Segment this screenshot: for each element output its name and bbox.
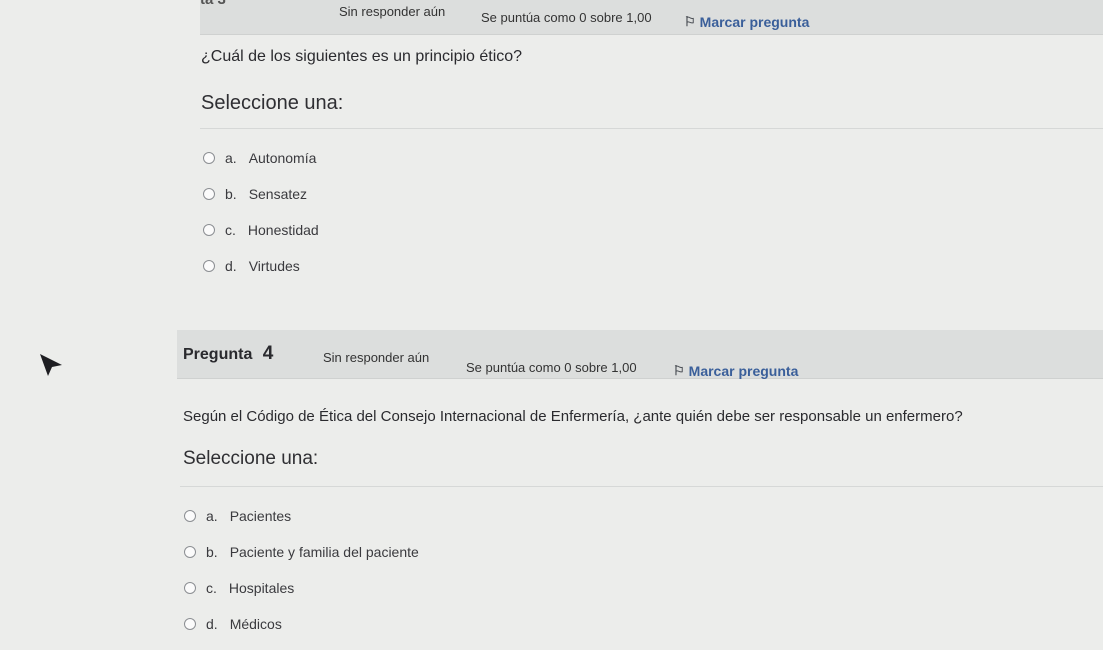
question-4-label: Pregunta	[183, 346, 253, 363]
question-4-number: 4	[262, 343, 274, 364]
option-letter: b.	[225, 186, 237, 202]
option-label: Autonomía	[248, 150, 317, 166]
question-3-status: Sin responder aún	[339, 4, 446, 19]
question-4-status: Sin responder aún	[323, 350, 430, 365]
question-4-flag-label: Marcar pregunta	[688, 363, 799, 379]
question-4-option-d[interactable]: d. Médicos	[184, 606, 419, 642]
question-4-answers: a. Pacientes b. Paciente y familia del p…	[184, 498, 419, 642]
question-4-option-a[interactable]: a. Pacientes	[184, 498, 419, 534]
question-3-divider	[200, 128, 1103, 129]
question-3-option-c[interactable]: c. Honestidad	[203, 212, 319, 248]
question-3-number: ta 3	[200, 0, 226, 8]
option-label: Médicos	[229, 616, 282, 632]
question-4-flag-button[interactable]: ⚐ Marcar pregunta	[673, 363, 798, 379]
question-4-header: Pregunta 4 Sin responder aún Se puntúa c…	[177, 330, 1103, 379]
question-3-select-prompt: Seleccione una:	[201, 92, 344, 114]
question-3-option-a[interactable]: a. Autonomía	[203, 140, 319, 176]
question-3-option-d[interactable]: d. Virtudes	[203, 248, 319, 284]
option-letter: c.	[225, 222, 236, 238]
radio-icon[interactable]	[184, 618, 196, 630]
option-letter: d.	[206, 616, 218, 632]
question-4-title: Pregunta 4	[183, 343, 273, 365]
mouse-pointer-icon	[40, 354, 62, 376]
radio-icon[interactable]	[203, 152, 215, 164]
option-letter: b.	[206, 544, 218, 560]
option-label: Pacientes	[229, 508, 292, 524]
flag-icon: ⚐	[673, 363, 685, 378]
option-label: Paciente y familia del paciente	[229, 544, 419, 560]
question-4-option-c[interactable]: c. Hospitales	[184, 570, 419, 606]
option-label: Virtudes	[248, 258, 300, 274]
question-4-option-b[interactable]: b. Paciente y familia del paciente	[184, 534, 419, 570]
question-4-score: Se puntúa como 0 sobre 1,00	[466, 360, 637, 375]
option-label: Sensatez	[248, 186, 308, 202]
radio-icon[interactable]	[203, 224, 215, 236]
radio-icon[interactable]	[184, 546, 196, 558]
question-3-header: ta 3 Sin responder aún Se puntúa como 0 …	[200, 0, 1103, 35]
option-letter: c.	[206, 580, 217, 596]
question-4-divider	[180, 486, 1103, 487]
radio-icon[interactable]	[184, 582, 196, 594]
question-3-option-b[interactable]: b. Sensatez	[203, 176, 319, 212]
question-4-select-prompt: Seleccione una:	[183, 448, 319, 469]
option-label: Honestidad	[247, 222, 319, 238]
radio-icon[interactable]	[203, 188, 215, 200]
question-3-answers: a. Autonomía b. Sensatez c. Honestidad d…	[203, 140, 319, 284]
option-letter: a.	[225, 150, 237, 166]
question-3-flag-label: Marcar pregunta	[699, 14, 810, 30]
question-3-flag-button[interactable]: ⚐ Marcar pregunta	[684, 14, 809, 30]
option-label: Hospitales	[228, 580, 295, 596]
option-letter: a.	[206, 508, 218, 524]
question-4-text: Según el Código de Ética del Consejo Int…	[183, 408, 963, 425]
radio-icon[interactable]	[203, 260, 215, 272]
question-3-text: ¿Cuál de los siguientes es un principio …	[201, 48, 523, 65]
radio-icon[interactable]	[184, 510, 196, 522]
flag-icon: ⚐	[684, 14, 696, 29]
option-letter: d.	[225, 258, 237, 274]
question-3-score: Se puntúa como 0 sobre 1,00	[481, 10, 652, 25]
